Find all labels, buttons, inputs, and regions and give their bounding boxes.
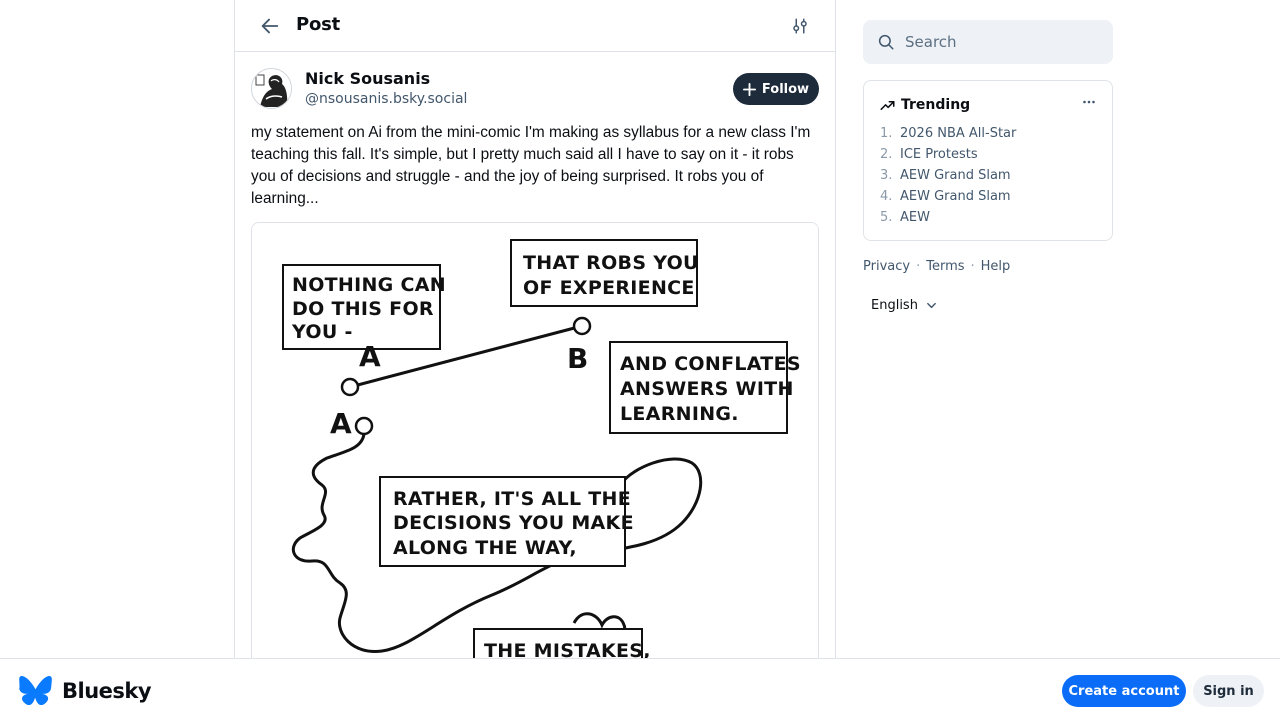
language-label: English [871,298,918,313]
language-select[interactable]: English [871,298,1113,313]
sliders-icon [793,18,807,34]
author-handle[interactable]: @nsousanis.bsky.social [305,91,467,107]
trending-up-icon [880,100,895,110]
post-author-row: Nick Sousanis @nsousanis.bsky.social Fol… [251,68,819,112]
brand-name: Bluesky [62,678,152,703]
comic-panel1-line1: NOTHING CAN [292,274,446,296]
create-account-button[interactable]: Create account [1062,675,1186,707]
terms-link[interactable]: Terms [926,259,964,274]
separator: · [970,259,975,274]
search-icon [878,34,894,50]
right-sidebar: Trending 1. 2026 NBA All-Star 2. ICE Pro… [863,20,1113,313]
plus-icon [742,82,756,96]
trending-label: AEW Grand Slam [900,168,1011,183]
comic-label-a1: A [359,340,381,373]
bluesky-logo[interactable]: Bluesky [19,676,152,705]
chevron-down-icon [927,302,936,309]
separator: · [916,259,921,274]
comic-panel4-line1: RATHER, IT'S ALL THE [393,488,631,510]
post-header: Post [235,0,835,52]
trending-title: Trending [901,97,971,113]
trending-label: ICE Protests [900,147,978,162]
trending-rank: 2. [880,147,893,162]
butterfly-icon [19,676,52,705]
search-input[interactable] [905,33,1095,51]
comic-panel3-line1: AND CONFLATES [620,353,801,375]
arrow-left-icon [261,18,279,34]
comic-panel4-line3: ALONG THE WAY, [393,537,577,559]
author-avatar-image [252,69,291,108]
comic-panel4-line2: DECISIONS YOU MAKE [393,512,634,534]
post-image[interactable]: NOTHING CAN DO THIS FOR YOU - THAT ROBS … [251,222,819,682]
trending-label: 2026 NBA All-Star [900,126,1017,141]
trending-item[interactable]: 1. 2026 NBA All-Star [880,123,1096,144]
main-column: Post Nick Sousanis @nsousanis.bsky.socia… [234,0,836,720]
comic-panel1-line2: DO THIS FOR [292,298,434,320]
trending-item[interactable]: 5. AEW [880,207,1096,228]
follow-button[interactable]: Follow [733,73,819,105]
more-options-button[interactable] [1082,95,1096,113]
avatar[interactable] [251,68,292,109]
help-link[interactable]: Help [981,259,1011,274]
back-button[interactable] [257,13,283,39]
page-title: Post [296,14,341,35]
filter-button[interactable] [789,15,811,37]
trending-label: AEW Grand Slam [900,189,1011,204]
comic-panel3-line2: ANSWERS WITH [620,378,794,400]
comic-label-b: B [567,342,589,375]
trending-list: 1. 2026 NBA All-Star 2. ICE Protests 3. … [880,123,1096,228]
trending-rank: 4. [880,189,893,204]
trending-header: Trending [880,97,1096,113]
trending-rank: 5. [880,210,893,225]
trending-item[interactable]: 4. AEW Grand Slam [880,186,1096,207]
trending-item[interactable]: 2. ICE Protests [880,144,1096,165]
ellipsis-icon [1083,100,1095,104]
follow-label: Follow [761,81,810,97]
comic-panel2-line2: OF EXPERIENCE [523,277,695,299]
trending-rank: 3. [880,168,893,183]
footer-links: Privacy · Terms · Help [863,259,1113,274]
bottom-bar: Bluesky Create account Sign in [0,658,1280,720]
comic-label-a2: A [330,407,352,440]
sign-in-button[interactable]: Sign in [1193,675,1264,707]
trending-label: AEW [900,210,930,225]
post-text: my statement on Ai from the mini-comic I… [251,124,811,207]
trending-rank: 1. [880,126,893,141]
search-box[interactable] [863,20,1113,64]
author-name[interactable]: Nick Sousanis [305,69,430,88]
trending-item[interactable]: 3. AEW Grand Slam [880,165,1096,186]
privacy-link[interactable]: Privacy [863,259,910,274]
comic-panel3-line3: LEARNING. [620,403,739,425]
comic-image: NOTHING CAN DO THIS FOR YOU - THAT ROBS … [252,223,818,681]
comic-panel2-line1: THAT ROBS YOU [523,252,699,274]
trending-card: Trending 1. 2026 NBA All-Star 2. ICE Pro… [863,80,1113,241]
comic-panel1-line3: YOU - [291,321,353,343]
